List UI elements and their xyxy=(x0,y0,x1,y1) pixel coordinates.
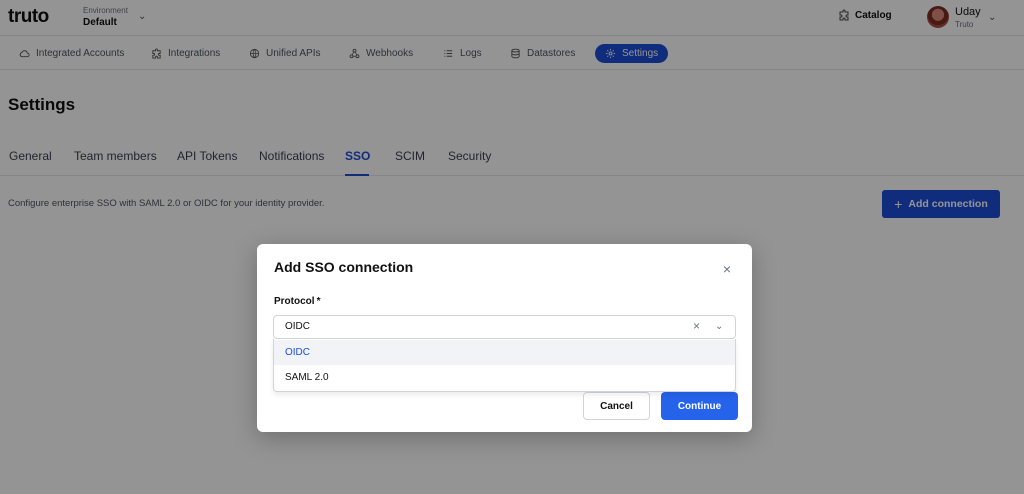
protocol-label: Protocol * xyxy=(274,296,320,307)
close-icon[interactable]: × xyxy=(720,262,734,276)
protocol-label-text: Protocol xyxy=(274,296,315,307)
protocol-options-list: OIDC SAML 2.0 xyxy=(273,339,736,392)
continue-button[interactable]: Continue xyxy=(661,392,738,420)
cancel-button[interactable]: Cancel xyxy=(583,392,650,420)
add-sso-connection-dialog: Add SSO connection × Protocol * OIDC × ⌄ … xyxy=(257,244,752,432)
clear-icon[interactable]: × xyxy=(693,319,700,333)
dialog-title: Add SSO connection xyxy=(274,259,414,275)
protocol-select[interactable]: OIDC × ⌄ xyxy=(273,315,736,339)
option-saml-2-0[interactable]: SAML 2.0 xyxy=(274,365,735,390)
protocol-select-value: OIDC xyxy=(285,321,310,332)
required-mark: * xyxy=(316,296,321,307)
option-oidc[interactable]: OIDC xyxy=(274,340,735,365)
chevron-down-icon[interactable]: ⌄ xyxy=(715,321,723,332)
